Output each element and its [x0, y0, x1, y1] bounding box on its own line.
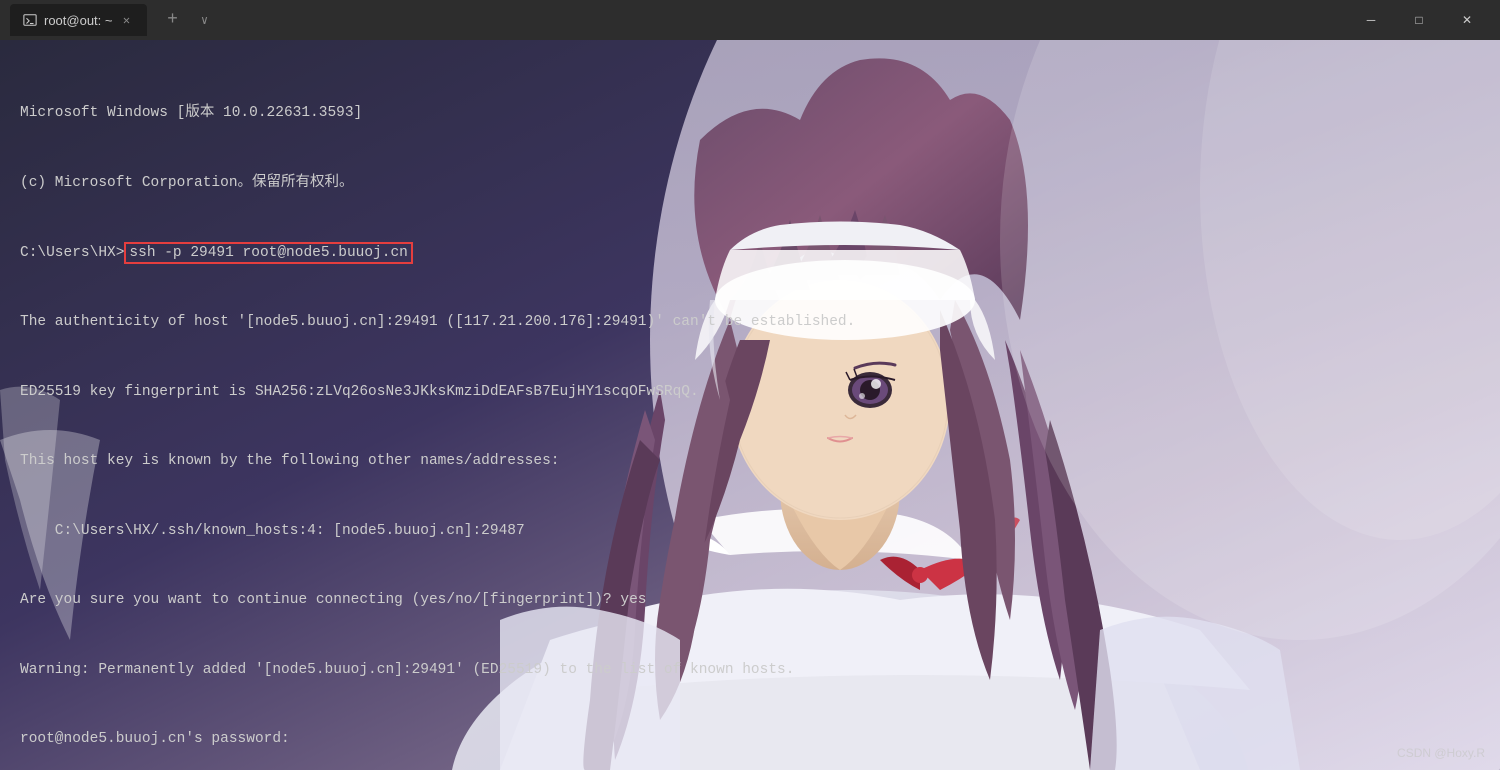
- tab-title: root@out: ~: [44, 13, 113, 28]
- titlebar-left: root@out: ~ ✕ + ∨: [10, 4, 1348, 36]
- titlebar: root@out: ~ ✕ + ∨ ─ □ ✕: [0, 0, 1500, 40]
- close-button[interactable]: ✕: [1444, 4, 1490, 36]
- active-tab[interactable]: root@out: ~ ✕: [10, 4, 147, 36]
- content-area: Microsoft Windows [版本 10.0.22631.3593] (…: [0, 40, 1500, 770]
- new-tab-button[interactable]: +: [159, 6, 187, 34]
- background: [0, 40, 1500, 770]
- dropdown-button[interactable]: ∨: [195, 10, 215, 30]
- terminal-window: root@out: ~ ✕ + ∨ ─ □ ✕: [0, 0, 1500, 770]
- window-controls: ─ □ ✕: [1348, 4, 1490, 36]
- maximize-button[interactable]: □: [1396, 4, 1442, 36]
- minimize-button[interactable]: ─: [1348, 4, 1394, 36]
- watermark: CSDN @Hoxy.R: [1397, 746, 1485, 760]
- tab-close-btn[interactable]: ✕: [119, 12, 135, 28]
- tab-icon: [22, 12, 38, 28]
